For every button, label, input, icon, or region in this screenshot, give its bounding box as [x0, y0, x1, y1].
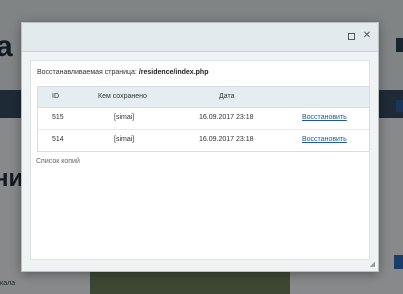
row-date: 16.09.2017 23:18 — [199, 114, 254, 121]
restore-link[interactable]: Восстановить — [302, 108, 347, 128]
table-row: 515 [simai] 16.09.2017 23:18 Восстановит… — [38, 108, 369, 130]
table-header: ID Кем сохранено Дата — [38, 87, 369, 108]
close-icon[interactable]: ✕ — [362, 31, 372, 41]
column-header-id: ID — [52, 93, 59, 100]
maximize-icon[interactable] — [346, 31, 356, 41]
column-header-date: Дата — [219, 93, 235, 100]
copies-table: ID Кем сохранено Дата 515 [simai] 16.09.… — [37, 86, 370, 152]
row-date: 16.09.2017 23:18 — [199, 136, 254, 143]
table-row: 514 [simai] 16.09.2017 23:18 Восстановит… — [38, 130, 369, 151]
column-header-user: Кем сохранено — [98, 93, 147, 100]
dialog-header: ✕ — [22, 23, 378, 52]
copies-list-label: Список копий — [36, 158, 80, 165]
row-user: [simai] — [114, 114, 135, 121]
restored-page-line: Восстанавливаемая страница: /residence/i… — [37, 69, 208, 76]
resize-handle-icon[interactable]: ◢ — [370, 260, 375, 268]
restore-link[interactable]: Восстановить — [302, 130, 347, 150]
row-id: 515 — [52, 114, 64, 121]
row-user: [simai] — [114, 136, 135, 143]
restore-dialog: ✕ Восстанавливаемая страница: /residence… — [21, 22, 379, 272]
dialog-content: Восстанавливаемая страница: /residence/i… — [30, 60, 370, 260]
restored-page-path: /residence/index.php — [138, 69, 209, 76]
row-id: 514 — [52, 136, 64, 143]
restored-page-label: Восстанавливаемая страница: — [37, 69, 137, 76]
